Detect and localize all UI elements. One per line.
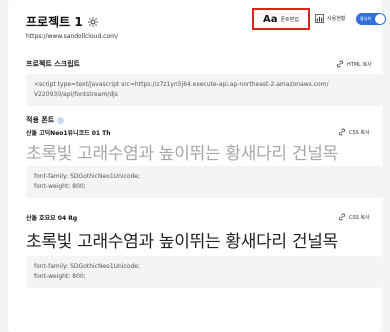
link-icon: [338, 213, 346, 221]
project-card: 프로젝트 1 https://www.sandollcloud.com/ Aa …: [8, 0, 386, 332]
css-copy-button-2[interactable]: CSS 복사: [338, 213, 370, 221]
html-copy-button[interactable]: HTML 복사: [336, 60, 372, 68]
css-copy-label-2: CSS 복사: [349, 214, 370, 221]
link-icon: [338, 128, 346, 136]
script-section-title: 프로젝트 스크립트: [26, 59, 80, 69]
toggle-knob: [375, 14, 385, 24]
info-icon[interactable]: [57, 116, 65, 124]
css-code-box-2[interactable]: font-family: SDGothicNeo1Unicode; font-w…: [26, 256, 382, 288]
css-line-1a: font-family: SDGothicNeo1Unicode;: [34, 173, 141, 180]
font-edit-icon: Aa: [263, 13, 278, 25]
fonts-section-title: 적용 폰트: [26, 115, 65, 125]
toggle-label: 활성화: [360, 16, 372, 21]
page-title: 프로젝트 1: [26, 15, 83, 29]
font-edit-label: 폰트편집: [280, 16, 299, 23]
project-url: https://www.sandollcloud.com/: [26, 33, 118, 40]
css-line-2a: font-family: SDGothicNeo1Unicode;: [34, 263, 141, 270]
css-copy-button-1[interactable]: CSS 복사: [338, 128, 370, 136]
css-copy-label-1: CSS 복사: [349, 129, 370, 136]
font-edit-button[interactable]: Aa 폰트편집: [252, 8, 310, 30]
link-icon: [336, 60, 344, 68]
code-line-1: <script type=text/javascript src=https:/…: [34, 81, 329, 88]
font-sample-1: 초록빛 고래수염과 높이뛰는 황새다리 건널목: [26, 144, 338, 164]
font-name-2: 산돌 호요요 04 Rg: [26, 215, 78, 222]
activation-toggle[interactable]: 활성화: [356, 13, 386, 25]
font-sample-2: 초록빛 고래수염과 높이뛰는 황새다리 건널목: [26, 232, 338, 252]
script-title-text: 프로젝트 스크립트: [26, 60, 80, 68]
project-title-row: 프로젝트 1: [26, 13, 99, 30]
css-line-2b: font-weight: 800;: [34, 273, 86, 280]
code-line-2: V220930/api/fontstream/djs: [34, 91, 118, 98]
usage-label: 사용현황: [327, 16, 346, 22]
css-code-box-1[interactable]: font-family: SDGothicNeo1Unicode; font-w…: [26, 166, 382, 198]
html-copy-label: HTML 복사: [347, 61, 372, 68]
fonts-title-text: 적용 폰트: [26, 116, 55, 124]
font-name-1: 산돌 고딕Neo1유니코드 01 Th: [26, 130, 111, 137]
css-line-1b: font-weight: 800;: [34, 183, 86, 190]
bar-chart-icon: [315, 14, 324, 23]
usage-button[interactable]: 사용현황: [315, 14, 345, 23]
script-code-box[interactable]: <script type=text/javascript src=https:/…: [26, 74, 382, 106]
gear-icon[interactable]: [87, 16, 99, 28]
